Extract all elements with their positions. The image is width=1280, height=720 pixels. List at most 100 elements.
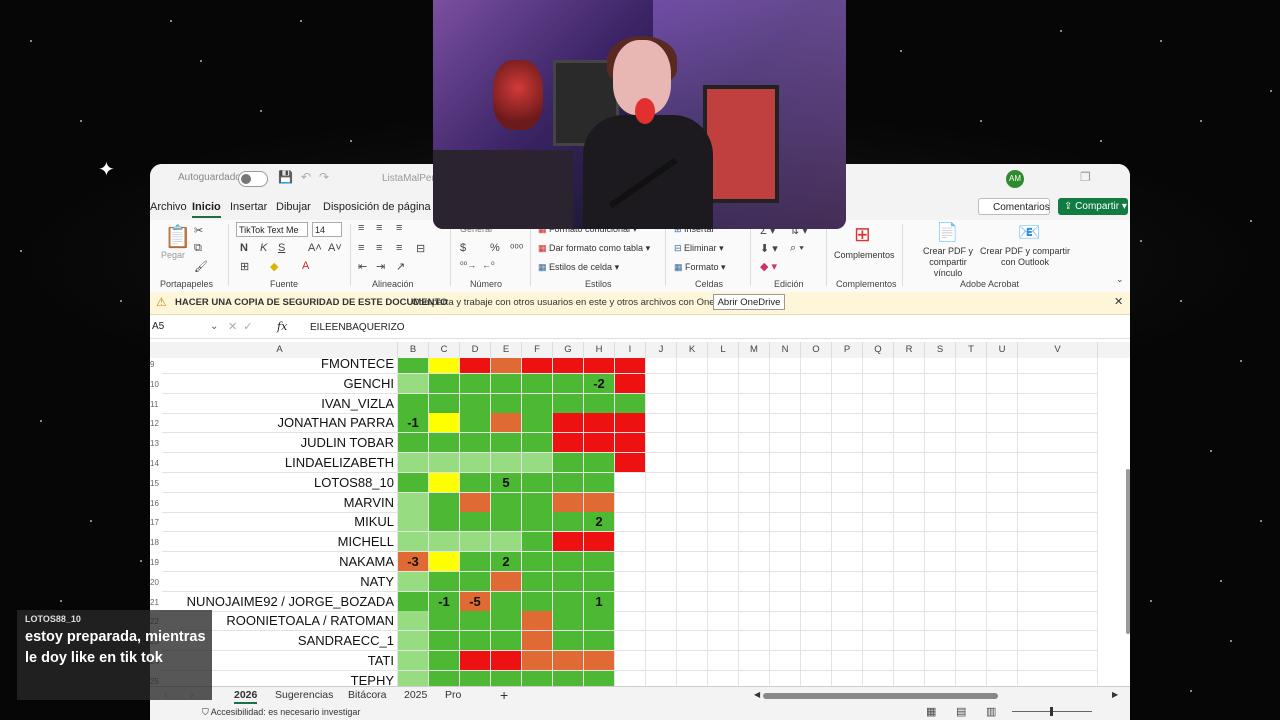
empty-cell[interactable] [739, 571, 770, 592]
score-cell[interactable] [460, 413, 491, 434]
score-cell[interactable] [460, 512, 491, 533]
column-header-m[interactable]: M [739, 342, 770, 358]
empty-cell[interactable] [987, 651, 1018, 671]
empty-cell[interactable] [987, 552, 1018, 572]
score-cell[interactable] [584, 472, 615, 493]
score-cell[interactable] [398, 472, 429, 493]
score-cell[interactable] [460, 358, 491, 374]
row-number[interactable]: 11 [150, 400, 162, 409]
format-painter-icon[interactable]: 🖌 [194, 260, 208, 273]
empty-cell[interactable] [925, 552, 956, 572]
pdf-link-icon[interactable]: 📄 [936, 222, 958, 243]
score-cell[interactable] [491, 358, 522, 374]
empty-cell[interactable] [646, 358, 677, 374]
empty-cell[interactable] [1018, 453, 1098, 473]
empty-cell[interactable] [863, 413, 894, 434]
score-cell[interactable] [491, 492, 522, 513]
empty-cell[interactable] [894, 413, 925, 434]
empty-cell[interactable] [801, 512, 832, 533]
empty-cell[interactable] [987, 492, 1018, 513]
accessibility-status[interactable]: ⛉ Accesibilidad: es necesario investigar [202, 707, 360, 718]
score-cell[interactable] [491, 532, 522, 553]
score-cell[interactable] [491, 413, 522, 434]
score-cell[interactable] [522, 512, 553, 533]
empty-cell[interactable] [1018, 373, 1098, 394]
participant-name[interactable]: JUDLIN TOBAR [162, 433, 398, 454]
participant-name[interactable]: MICHELL [162, 532, 398, 553]
empty-cell[interactable] [739, 512, 770, 533]
empty-cell[interactable] [956, 453, 987, 473]
score-cell[interactable]: 2 [491, 552, 522, 572]
empty-cell[interactable] [894, 433, 925, 454]
score-cell[interactable] [429, 512, 460, 533]
tab-dibujar[interactable]: Dibujar [276, 201, 311, 213]
tab-disposicion[interactable]: Disposición de página [323, 201, 431, 213]
empty-cell[interactable] [832, 393, 863, 414]
empty-cell[interactable] [894, 492, 925, 513]
score-cell[interactable] [429, 393, 460, 414]
score-cell[interactable] [398, 631, 429, 652]
row-number[interactable]: 20 [150, 578, 162, 587]
addins-icon[interactable]: ⊞ [854, 222, 871, 247]
empty-cell[interactable] [770, 651, 801, 671]
empty-cell[interactable] [894, 373, 925, 394]
empty-cell[interactable] [987, 433, 1018, 454]
empty-cell[interactable] [863, 373, 894, 394]
font-size-select[interactable]: 14 [312, 222, 342, 237]
format-table-button[interactable]: ▦ Dar formato como tabla ▾ [538, 243, 650, 254]
empty-cell[interactable] [646, 611, 677, 632]
empty-cell[interactable] [1018, 433, 1098, 454]
empty-cell[interactable] [677, 453, 708, 473]
empty-cell[interactable] [894, 611, 925, 632]
align-bottom-icon[interactable]: ≡ [396, 222, 402, 234]
score-cell[interactable] [398, 433, 429, 454]
empty-cell[interactable] [925, 532, 956, 553]
empty-cell[interactable] [894, 591, 925, 612]
empty-cell[interactable] [832, 532, 863, 553]
score-cell[interactable] [398, 591, 429, 612]
empty-cell[interactable] [770, 532, 801, 553]
empty-cell[interactable] [925, 631, 956, 652]
score-cell[interactable] [460, 571, 491, 592]
empty-cell[interactable] [677, 358, 708, 374]
underline-icon[interactable]: S [278, 242, 285, 254]
empty-cell[interactable] [770, 472, 801, 493]
empty-cell[interactable] [863, 631, 894, 652]
column-header-p[interactable]: P [832, 342, 863, 358]
empty-cell[interactable] [863, 611, 894, 632]
empty-cell[interactable] [801, 413, 832, 434]
empty-cell[interactable] [801, 571, 832, 592]
empty-cell[interactable] [801, 591, 832, 612]
score-cell[interactable] [522, 358, 553, 374]
score-cell[interactable]: -3 [398, 552, 429, 572]
empty-cell[interactable] [801, 393, 832, 414]
score-cell[interactable] [522, 651, 553, 671]
row-number[interactable]: 14 [150, 459, 162, 468]
empty-cell[interactable] [708, 492, 739, 513]
empty-cell[interactable] [832, 651, 863, 671]
score-cell[interactable] [460, 472, 491, 493]
empty-cell[interactable] [863, 492, 894, 513]
score-cell[interactable] [491, 512, 522, 533]
score-cell[interactable] [553, 591, 584, 612]
formula-input[interactable]: EILEENBAQUERIZO [310, 322, 404, 333]
pdf-link-button[interactable]: Crear PDF y compartir vínculo [918, 246, 978, 279]
empty-cell[interactable] [832, 373, 863, 394]
empty-cell[interactable] [832, 472, 863, 493]
empty-cell[interactable] [770, 611, 801, 632]
score-cell[interactable] [584, 413, 615, 434]
empty-cell[interactable] [708, 571, 739, 592]
empty-cell[interactable] [832, 413, 863, 434]
score-cell[interactable]: 1 [584, 591, 615, 612]
empty-cell[interactable] [987, 472, 1018, 493]
share-button[interactable]: ⇪ Compartir ▾ [1058, 198, 1128, 215]
score-cell[interactable] [429, 492, 460, 513]
comma-icon[interactable]: ⁰⁰⁰ [510, 242, 523, 255]
empty-cell[interactable] [863, 358, 894, 374]
empty-cell[interactable] [646, 591, 677, 612]
empty-cell[interactable] [894, 512, 925, 533]
sheet-tab-bitacora[interactable]: Bitácora [348, 689, 387, 701]
score-cell[interactable] [584, 611, 615, 632]
empty-cell[interactable] [770, 413, 801, 434]
sheet-tab-2025[interactable]: 2025 [404, 689, 427, 701]
